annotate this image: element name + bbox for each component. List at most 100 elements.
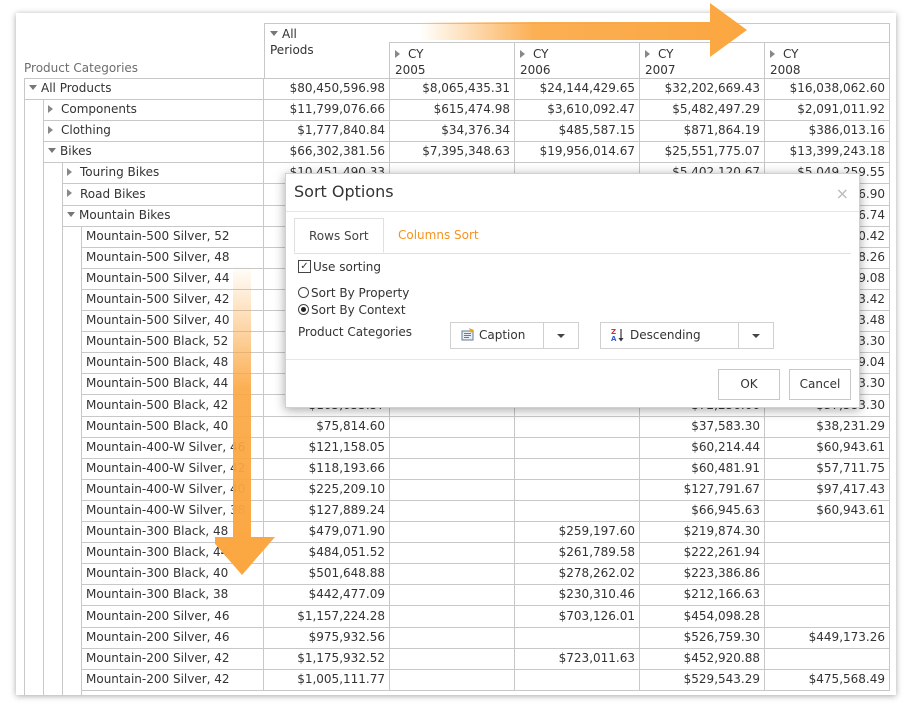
row-header-label: Mountain-300 Black, 44 [86,545,229,560]
expand-icon[interactable] [520,49,525,58]
row-header[interactable]: Mountain-500 Silver, 40 [81,310,264,333]
value-cell [764,605,890,628]
value-cell: $118,193.66 [264,457,390,480]
row-header[interactable]: Mountain-400-W Silver, 42 [81,457,264,480]
radio-on-icon [298,304,309,315]
row-header[interactable]: Road Bikes [62,183,264,206]
value-cell: $225,209.10 [264,478,390,501]
row-header[interactable]: Mountain-200 Silver, 46 [81,605,264,628]
row-area-label: Product Categories [24,61,139,75]
expand-icon[interactable] [67,189,72,197]
row-header-label: Mountain-500 Silver, 44 [86,270,230,285]
column-header-year[interactable]: CY 2005 [389,46,426,78]
value-cell [514,626,640,649]
sort-descending-icon: ZA [611,328,624,343]
value-cell: $615,474.98 [389,99,515,122]
expand-icon[interactable] [395,49,400,58]
row-header[interactable]: Mountain-400-W Silver, 40 [81,478,264,501]
row-header[interactable]: Mountain-500 Silver, 52 [81,225,264,248]
row-header[interactable]: Mountain-300 Black, 44 [81,542,264,565]
row-header[interactable]: Mountain Bikes [62,204,264,227]
value-cell: $32,202,669.43 [639,78,765,101]
value-cell: $34,376.34 [389,120,515,143]
chevron-down-icon[interactable] [738,323,773,348]
row-header[interactable]: Mountain-500 Silver, 44 [81,267,264,290]
sort-field-dropdown[interactable]: Caption [450,322,579,349]
value-cell: $66,302,381.56 [264,141,390,164]
value-cell: $11,799,076.66 [264,99,390,122]
row-header[interactable]: Mountain-200 Silver, 46 [81,626,264,649]
column-header-year[interactable]: CY 2007 [639,46,676,78]
row-header-label: Mountain-500 Black, 42 [86,397,229,412]
row-header[interactable]: Components [43,99,264,122]
row-header-label: Mountain-500 Silver, 40 [86,313,230,328]
value-cell: $442,477.09 [264,584,390,607]
row-header[interactable]: Mountain-400-W Silver, 38 [81,500,264,523]
value-cell: $501,648.88 [264,563,390,586]
expand-icon[interactable] [48,104,53,113]
row-header-label: Components [61,102,137,117]
collapse-icon[interactable] [270,31,278,36]
cancel-button[interactable]: Cancel [789,369,851,400]
expand-icon[interactable] [645,49,650,58]
sort-by-property-radio[interactable]: Sort By Property [298,286,409,300]
collapse-icon[interactable] [29,85,37,90]
value-cell: $60,943.61 [764,500,890,523]
row-header-label: Mountain Bikes [79,207,171,222]
collapse-icon[interactable] [67,211,75,217]
sort-by-context-radio[interactable]: Sort By Context [298,303,406,317]
row-header[interactable]: Mountain-200 Silver, 42 [81,668,264,691]
value-cell [764,647,890,670]
expand-icon[interactable] [48,125,53,134]
value-cell: $13,399,243.18 [764,141,890,164]
row-header[interactable]: Bikes [43,141,264,164]
value-cell: $454,098.28 [639,605,765,628]
column-header-year[interactable]: CY 2006 [514,46,551,78]
row-header[interactable]: Mountain-500 Silver, 48 [81,246,264,269]
row-header[interactable]: Mountain-500 Black, 40 [81,415,264,438]
value-cell: $19,956,014.67 [514,141,640,164]
row-header[interactable]: All Products [24,78,264,101]
row-header-label: Mountain-500 Black, 48 [86,355,229,370]
column-header-all-periods[interactable]: All Periods [264,26,314,58]
use-sorting-checkbox[interactable]: ✓ Use sorting [298,260,381,274]
chevron-down-icon[interactable] [543,323,578,348]
collapse-icon[interactable] [48,148,56,154]
value-cell [389,626,515,649]
row-header[interactable]: Mountain-500 Black, 44 [81,373,264,396]
row-header-label: Mountain-200 Silver, 42 [86,650,230,665]
value-cell: $485,587.15 [514,120,640,143]
value-cell: $60,943.61 [764,436,890,459]
row-header[interactable]: Mountain-200 Silver, 42 [81,647,264,670]
row-header[interactable]: Mountain-300 Black, 40 [81,563,264,586]
row-header[interactable]: Mountain-500 Black, 48 [81,352,264,375]
row-header[interactable]: Touring Bikes [62,162,264,185]
row-header-label: Mountain-500 Silver, 48 [86,249,230,264]
close-icon[interactable]: × [836,184,849,203]
row-header[interactable]: Mountain-300 Black, 38 [81,584,264,607]
tab-rows-sort[interactable]: Rows Sort [294,218,384,253]
expand-icon[interactable] [67,167,72,176]
expand-icon[interactable] [770,49,775,58]
row-header-label: Mountain-500 Black, 40 [86,418,229,433]
sort-order-dropdown[interactable]: Z A Descending [600,322,774,349]
row-header[interactable]: Clothing [43,120,264,143]
row-header[interactable]: Mountain-400-W Silver, 46 [81,436,264,459]
value-cell: $37,583.30 [639,415,765,438]
tab-columns-sort[interactable]: Columns Sort [384,218,493,253]
row-header[interactable]: Mountain-500 Silver, 42 [81,289,264,312]
value-cell [764,584,890,607]
value-cell [389,478,515,501]
value-cell: $5,482,497.29 [639,99,765,122]
row-header-label: Bikes [60,144,92,159]
ok-button[interactable]: OK [718,369,780,400]
value-cell [389,647,515,670]
value-cell: $25,551,775.07 [639,141,765,164]
row-header[interactable]: Mountain-300 Black, 48 [81,521,264,544]
use-sorting-label: Use sorting [313,260,382,274]
row-header-label: Mountain-500 Silver, 52 [86,228,230,243]
row-header[interactable]: Mountain-500 Black, 52 [81,331,264,354]
value-cell [764,521,890,544]
row-header[interactable]: Mountain-500 Black, 42 [81,394,264,417]
column-header-year[interactable]: CY 2008 [764,46,801,78]
